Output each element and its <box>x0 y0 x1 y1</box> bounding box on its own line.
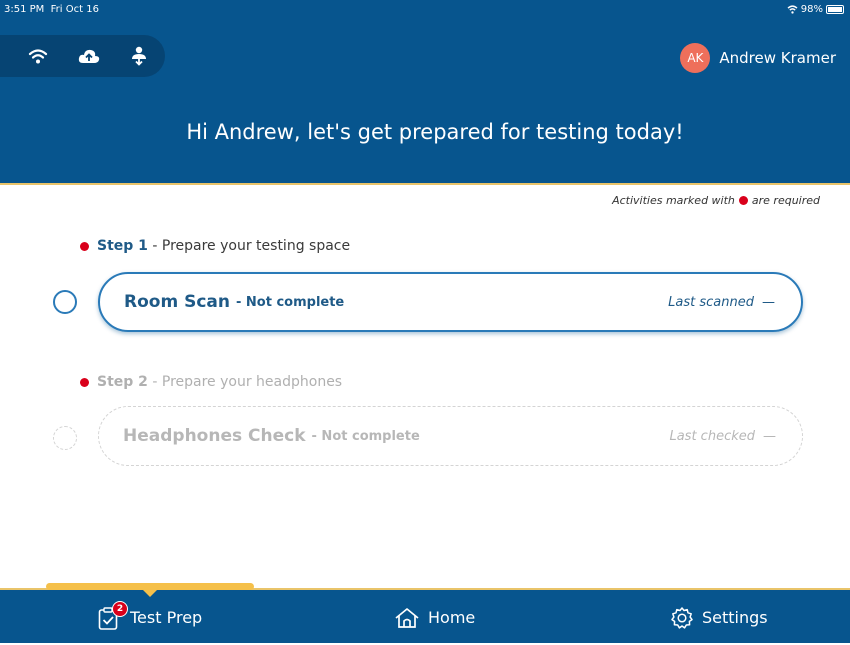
gear-icon <box>671 606 693 629</box>
home-icon <box>395 607 419 628</box>
card-last-scanned: Last scanned — <box>668 295 775 310</box>
wifi-icon <box>28 49 48 64</box>
step-2-radio <box>53 426 77 450</box>
greeting-title: Hi Andrew, let's get prepared for testin… <box>186 120 684 144</box>
tab-label: Test Prep <box>130 608 203 627</box>
active-tab-pointer <box>142 589 158 597</box>
status-time-text: 3:51 PM <box>4 4 45 15</box>
step-1-radio[interactable] <box>53 290 77 314</box>
status-right: 98% <box>787 4 844 15</box>
clipboard-check-icon: 2 <box>98 600 128 631</box>
user-profile[interactable]: AK Andrew Kramer <box>680 43 836 73</box>
card-title: Headphones Check <box>123 426 306 446</box>
step-number: Step 2 <box>97 374 148 390</box>
step-number: Step 1 <box>97 238 148 254</box>
card-status: - Not complete <box>311 428 420 444</box>
last-scanned-label: Last scanned <box>668 294 754 310</box>
notification-badge: 2 <box>112 600 128 617</box>
step-1-label: Step 1 - Prepare your testing space <box>80 238 350 254</box>
card-status: - Not complete <box>235 294 345 310</box>
user-name: Andrew Kramer <box>719 49 836 67</box>
required-dot-icon <box>738 196 748 205</box>
required-note: Activities marked with are required <box>612 194 820 207</box>
avatar: AK <box>680 43 711 73</box>
cloud-upload-icon <box>78 49 100 63</box>
headphones-check-card: Headphones Check - Not complete Last che… <box>98 406 803 466</box>
tab-home[interactable]: Home <box>394 590 475 645</box>
required-dot-icon <box>80 377 89 387</box>
last-checked-value: — <box>763 428 776 444</box>
header: 3:51 PM Fri Oct 16 98% AK Andrew Kramer <box>0 0 850 183</box>
header-divider <box>0 183 850 185</box>
tab-test-prep[interactable]: 2 Test Prep <box>98 590 202 645</box>
tab-label: Settings <box>702 608 768 627</box>
tab-settings[interactable]: Settings <box>670 590 768 645</box>
wifi-status-icon <box>787 5 798 14</box>
required-note-suffix: are required <box>751 194 820 207</box>
status-time: 3:51 PM Fri Oct 16 <box>4 4 99 15</box>
bottom-tab-bar: 2 Test Prep Home Settings <box>0 588 850 643</box>
status-date-text: Fri Oct 16 <box>50 4 99 15</box>
step-title: - Prepare your headphones <box>152 374 343 390</box>
battery-percent: 98% <box>800 4 823 15</box>
card-title: Room Scan <box>124 292 230 312</box>
required-note-prefix: Activities marked with <box>612 194 735 207</box>
tab-label: Home <box>428 608 476 627</box>
last-scanned-value: — <box>762 294 775 310</box>
required-dot-icon <box>80 241 89 251</box>
connection-status-pill[interactable] <box>0 35 165 77</box>
card-last-checked: Last checked — <box>669 429 776 444</box>
step-title: - Prepare your testing space <box>152 238 351 254</box>
step-2-label: Step 2 - Prepare your headphones <box>80 374 342 390</box>
room-scan-card[interactable]: Room Scan - Not complete Last scanned — <box>98 272 803 332</box>
battery-icon <box>826 5 844 14</box>
user-download-icon <box>132 46 146 66</box>
last-checked-label: Last checked <box>669 428 755 444</box>
